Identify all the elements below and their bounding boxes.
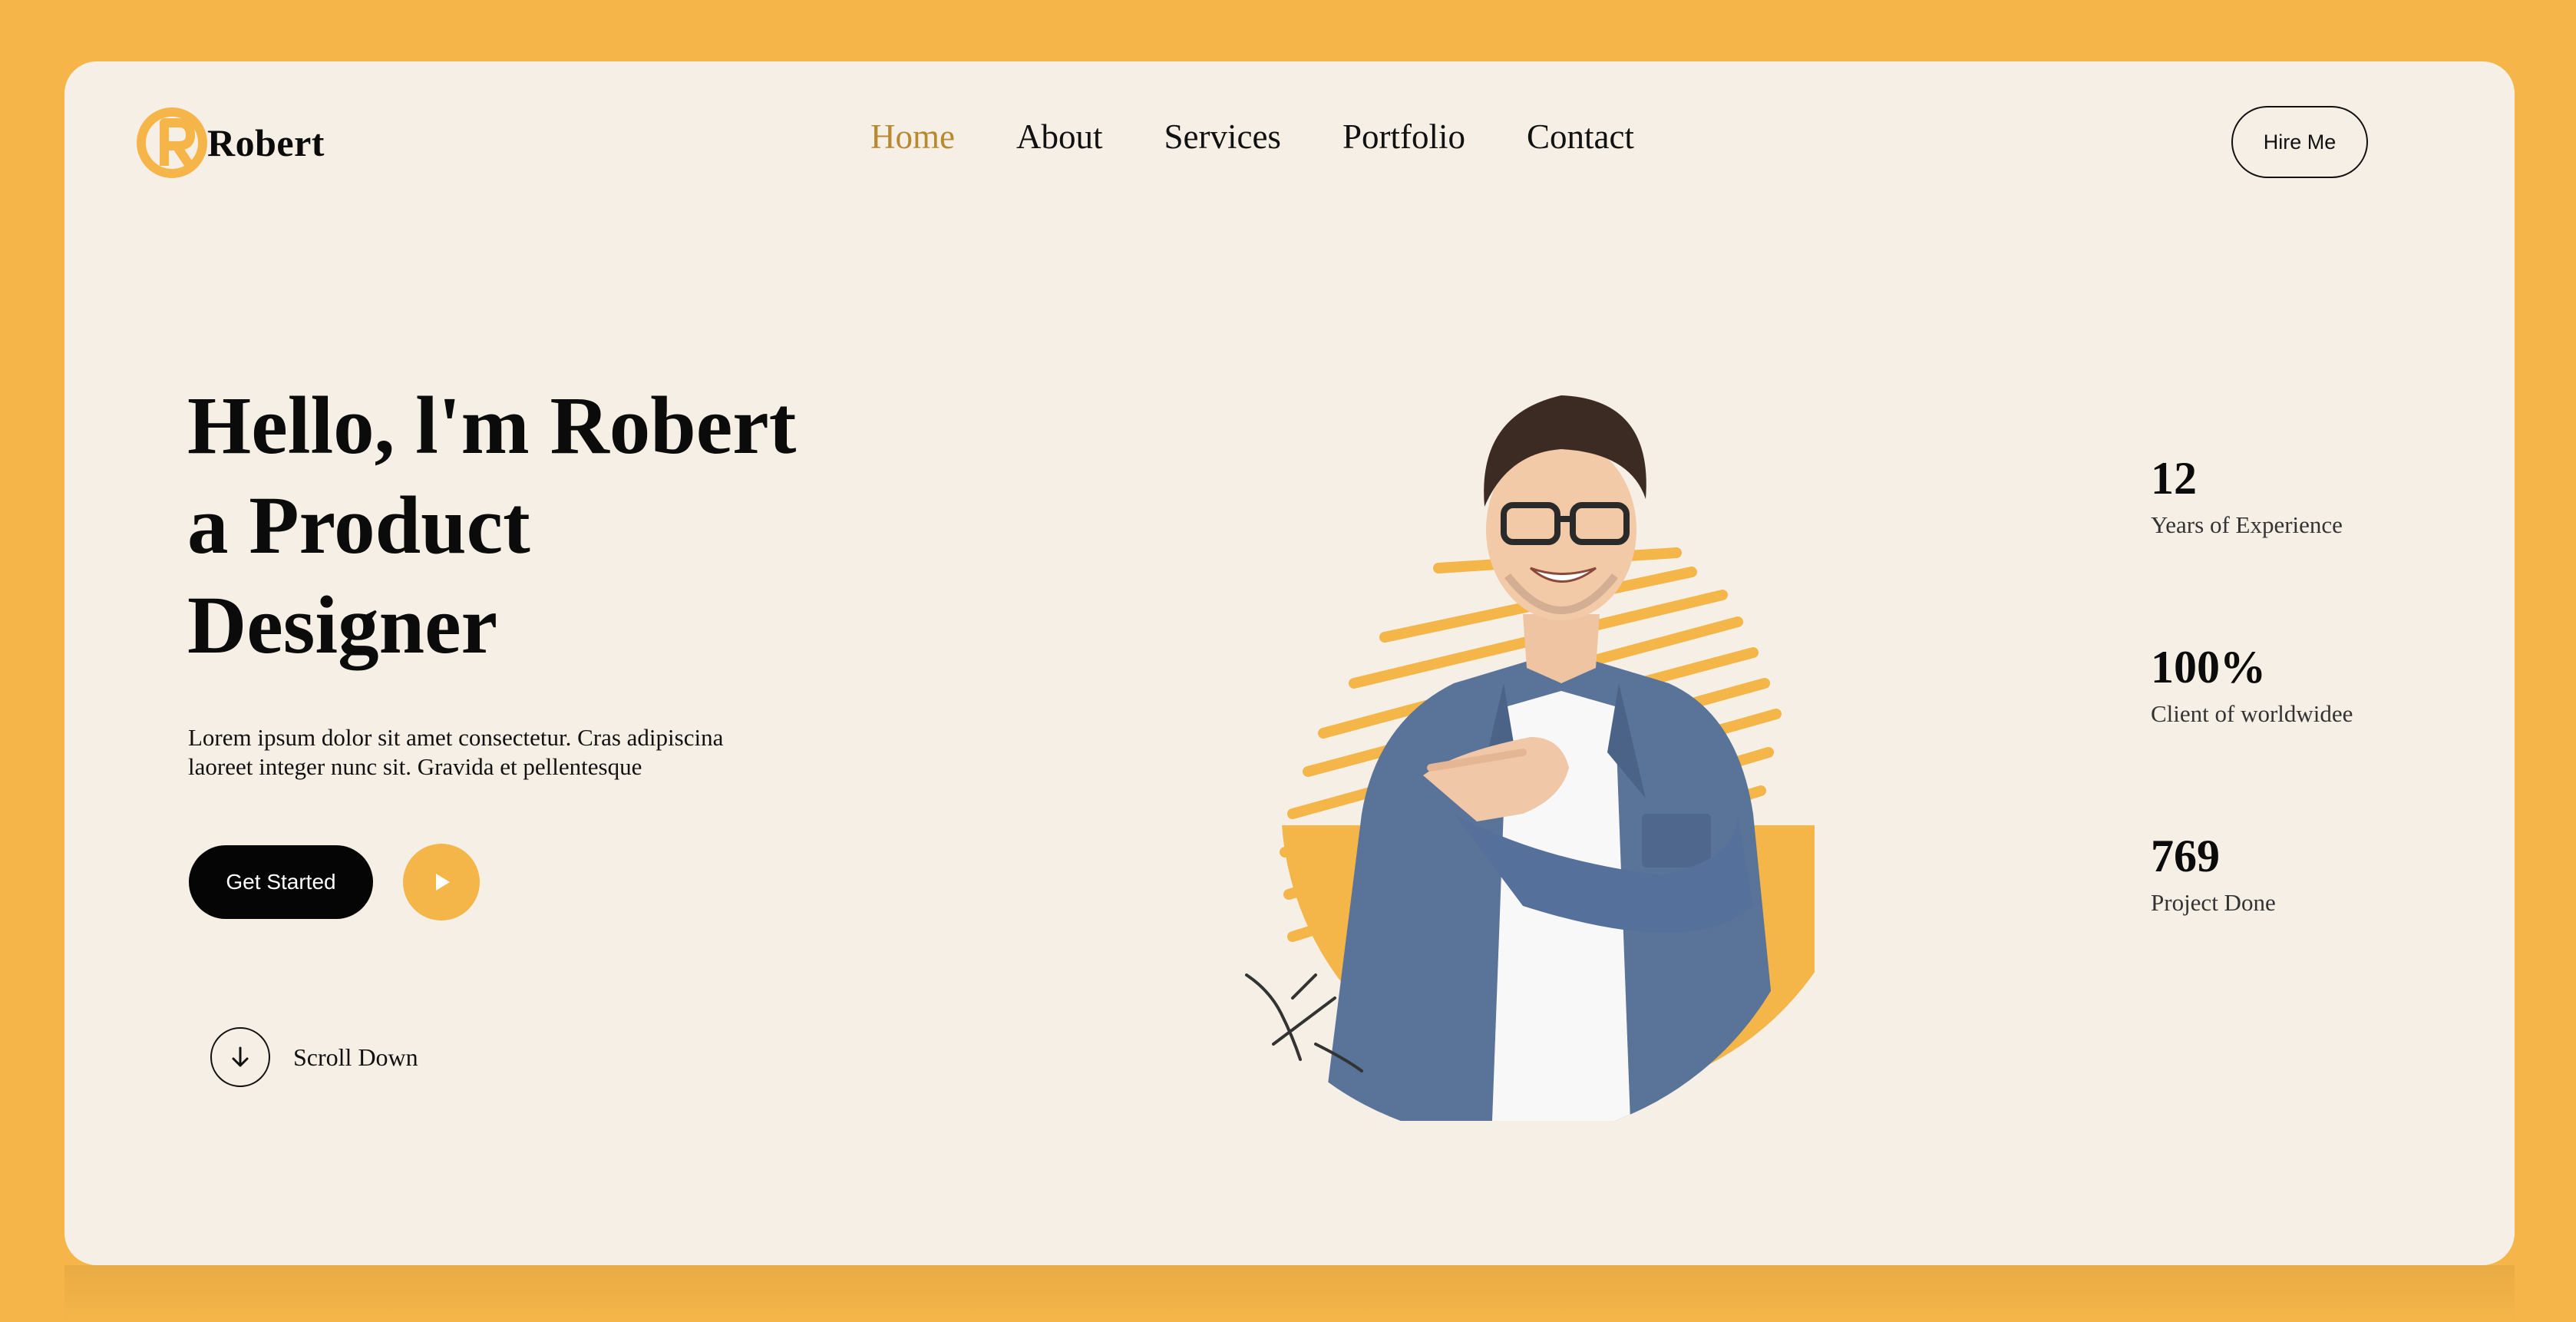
scroll-down-button[interactable]	[210, 1027, 270, 1087]
stat-value: 100%	[2151, 642, 2266, 692]
hero-card: Robert Home About Services Portfolio Con…	[64, 61, 2515, 1265]
hero-title-line: Hello, l'm Robert	[187, 381, 797, 471]
arrow-down-icon	[232, 1046, 249, 1067]
r-monogram-logo-icon	[137, 107, 207, 178]
stat-label: Project Done	[2151, 889, 2276, 916]
play-button[interactable]	[403, 844, 480, 920]
nav-services[interactable]: Services	[1164, 117, 1280, 157]
scroll-down-link[interactable]: Scroll Down	[210, 1027, 418, 1087]
hire-me-button[interactable]: Hire Me	[2231, 106, 2368, 178]
hero-title-line: a Product	[187, 481, 530, 571]
logo-text: Robert	[207, 121, 325, 164]
stat-label: Client of worldwidee	[2151, 700, 2353, 727]
portrait-image	[1245, 395, 1815, 1121]
hero-description: Lorem ipsum dolor sit amet consectetur. …	[188, 723, 771, 782]
nav-portfolio[interactable]: Portfolio	[1342, 117, 1465, 157]
logo[interactable]: Robert	[135, 106, 325, 180]
scroll-down-label: Scroll Down	[293, 1043, 418, 1071]
hero-title: Hello, l'm Robert a Product Designer	[187, 376, 878, 676]
nav-about[interactable]: About	[1016, 117, 1103, 157]
hero-description-line: Lorem ipsum dolor sit amet consectetur. …	[188, 724, 724, 751]
stat-value: 769	[2151, 831, 2220, 881]
nav-contact[interactable]: Contact	[1527, 117, 1634, 157]
stat-label: Years of Experience	[2151, 511, 2343, 538]
get-started-button[interactable]: Get Started	[189, 845, 373, 919]
nav-home[interactable]: Home	[870, 117, 955, 157]
main-nav: Home About Services Portfolio Contact	[870, 117, 1634, 157]
card-shadow	[64, 1265, 2515, 1322]
play-icon	[436, 874, 450, 891]
stat-clients: 100% Client of worldwidee	[2151, 640, 2353, 728]
hero-description-line: laoreet integer nunc sit. Gravida et pel…	[188, 753, 642, 780]
stat-value: 12	[2151, 453, 2197, 504]
stat-experience: 12 Years of Experience	[2151, 451, 2343, 539]
hero-title-line: Designer	[187, 580, 498, 671]
stat-projects: 769 Project Done	[2151, 829, 2276, 917]
